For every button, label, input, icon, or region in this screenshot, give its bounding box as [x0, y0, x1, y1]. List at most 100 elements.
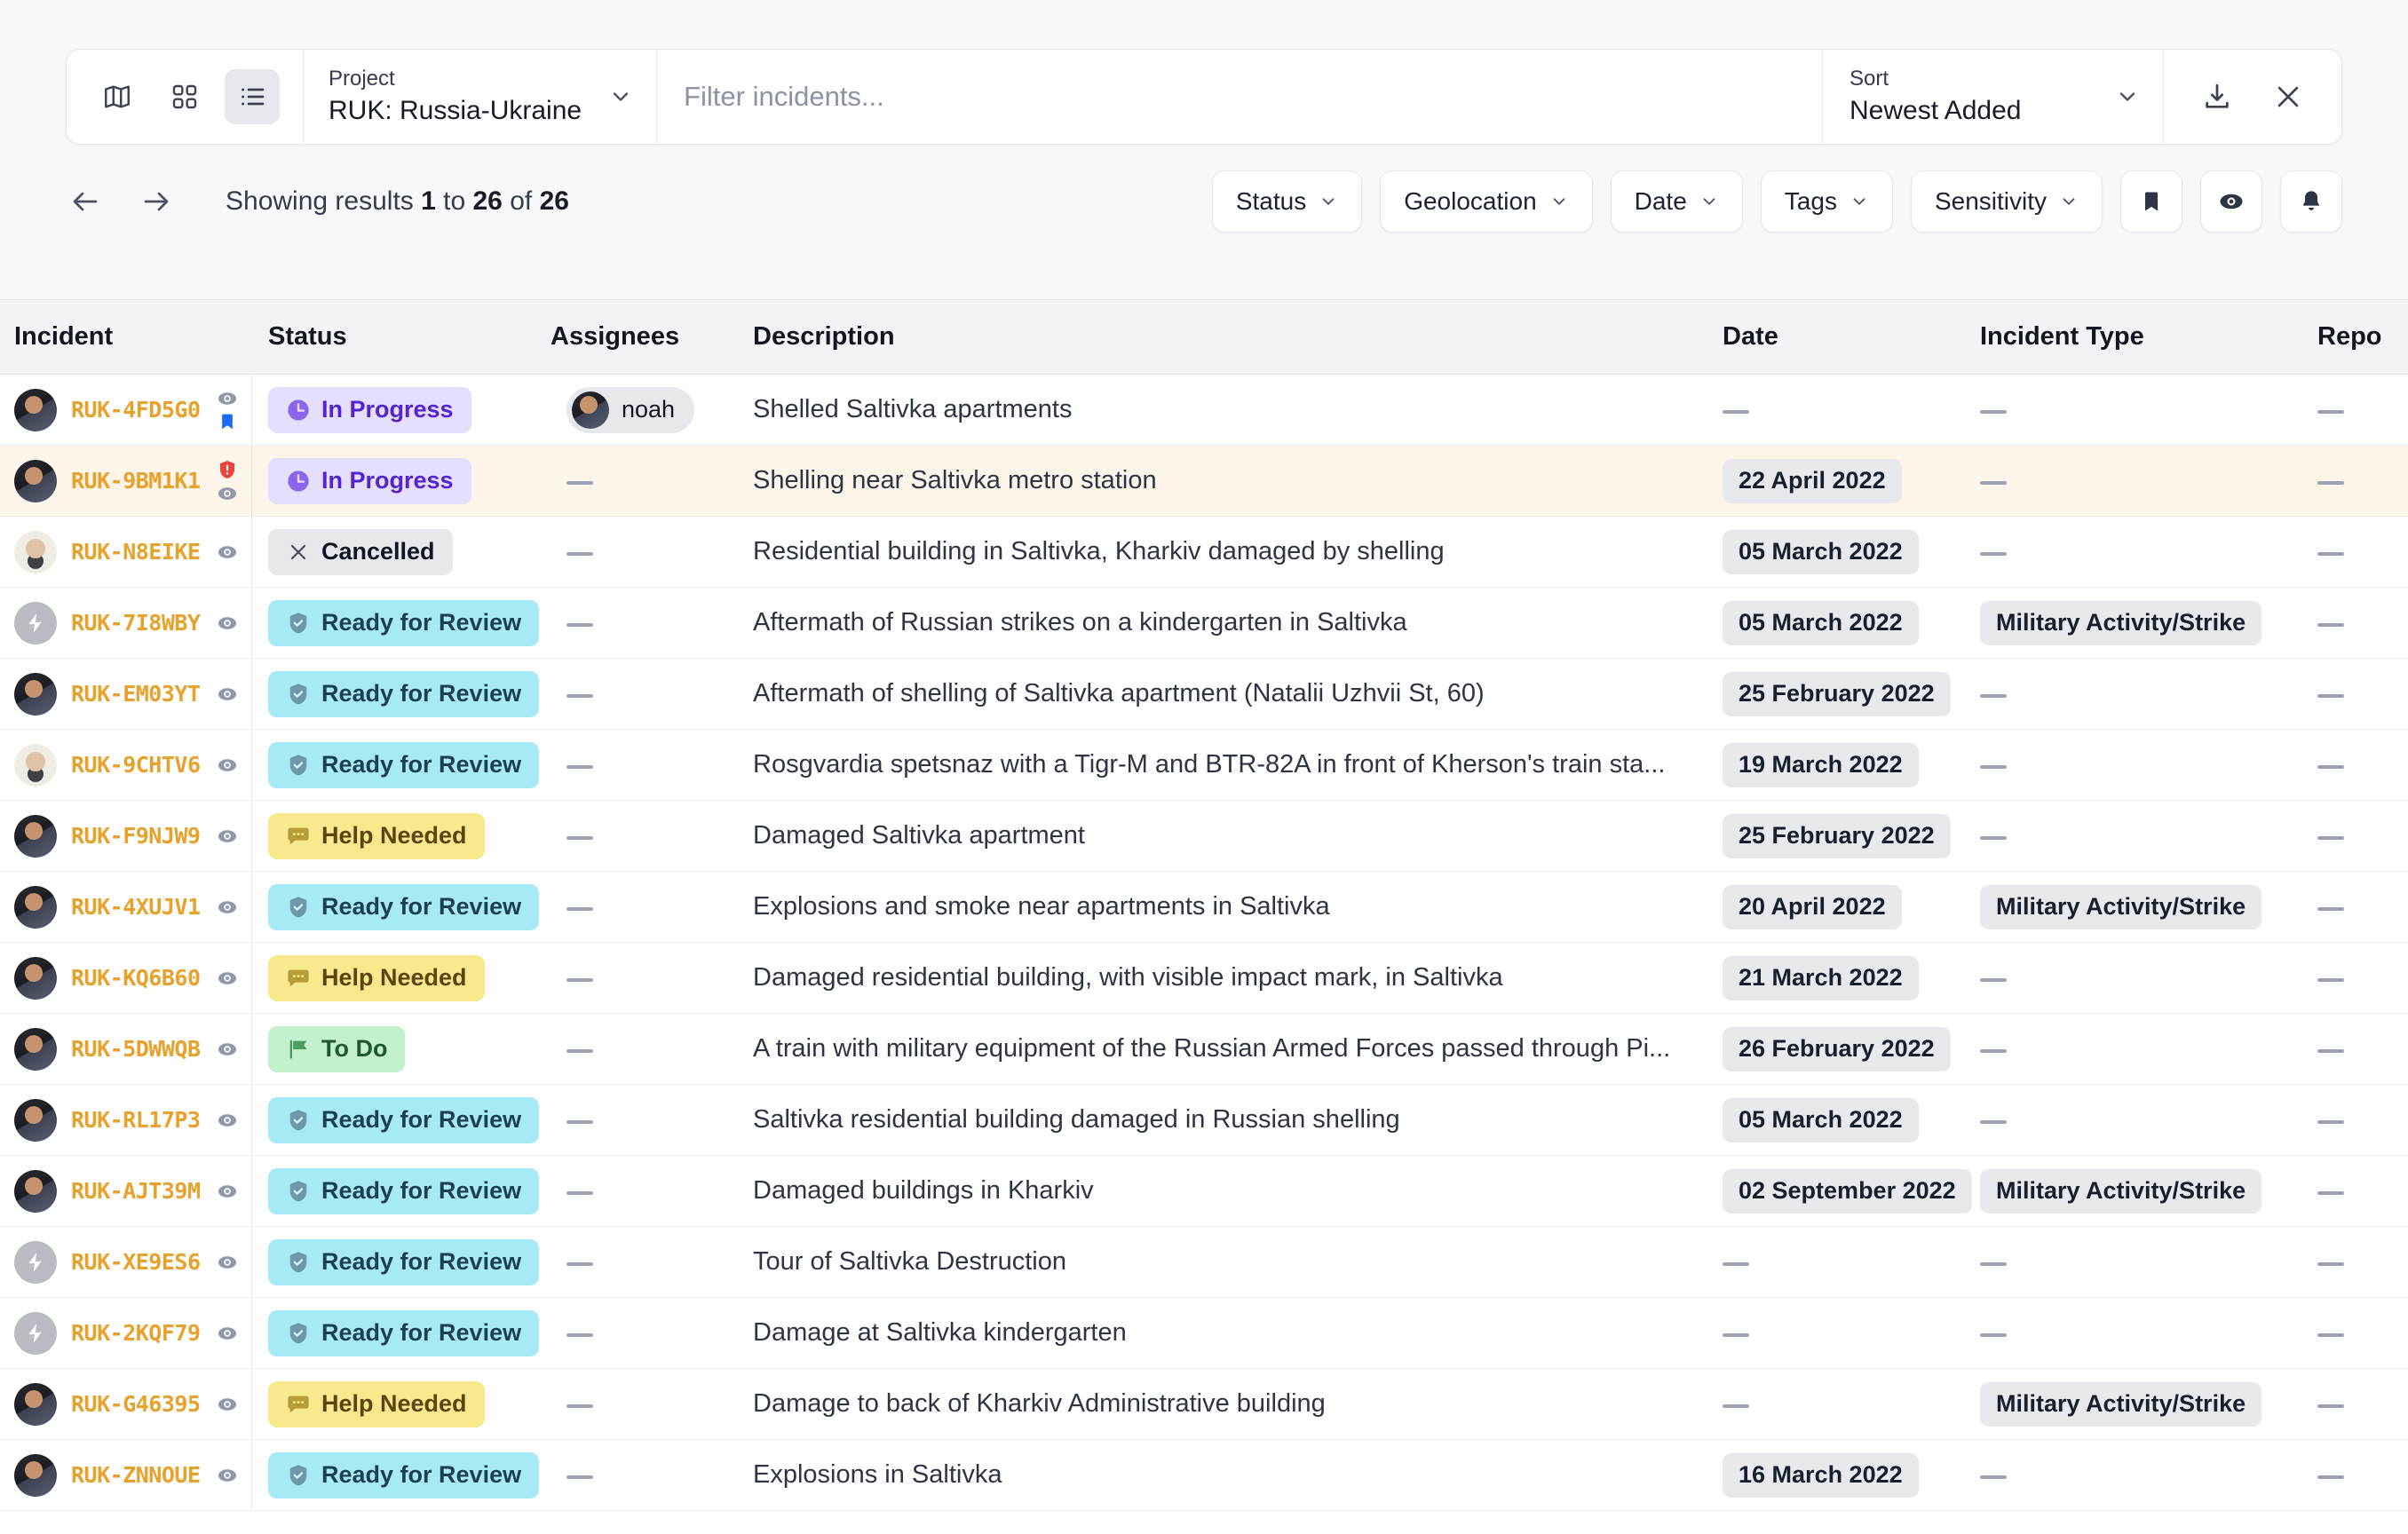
status-badge[interactable]: Ready for Review — [268, 1168, 539, 1214]
status-badge[interactable]: Ready for Review — [268, 1310, 539, 1356]
table-row[interactable]: RUK-RL17P3Ready for ReviewSaltivka resid… — [0, 1085, 2408, 1156]
table-row[interactable]: RUK-4XUJV1Ready for ReviewExplosions and… — [0, 872, 2408, 943]
visibility-filter-button[interactable] — [2200, 170, 2262, 233]
status-badge[interactable]: Help Needed — [268, 1381, 485, 1427]
incident-id-link[interactable]: RUK-2KQF79 — [71, 1320, 201, 1346]
table-row[interactable]: RUK-ZNNOUEReady for ReviewExplosions in … — [0, 1440, 2408, 1511]
incident-id-link[interactable]: RUK-9CHTV6 — [71, 752, 201, 778]
incident-cell[interactable]: RUK-EM03YT — [0, 659, 252, 729]
column-header-incident[interactable]: Incident — [0, 322, 252, 352]
eye-icon[interactable] — [217, 613, 238, 634]
close-button[interactable] — [2263, 72, 2313, 122]
filter-sensitivity[interactable]: Sensitivity — [1911, 170, 2103, 233]
table-row[interactable]: RUK-9BM1K1In ProgressShelling near Salti… — [0, 446, 2408, 517]
incident-cell[interactable]: RUK-ZNNOUE — [0, 1440, 252, 1510]
incident-cell[interactable]: RUK-XE9ES6 — [0, 1227, 252, 1297]
incident-cell[interactable]: RUK-2KQF79 — [0, 1298, 252, 1368]
bookmark-filter-button[interactable] — [2120, 170, 2182, 233]
incident-id-link[interactable]: RUK-KQ6B60 — [71, 965, 201, 991]
incident-id-link[interactable]: RUK-RL17P3 — [71, 1107, 201, 1133]
incident-id-link[interactable]: RUK-EM03YT — [71, 681, 201, 707]
status-badge[interactable]: In Progress — [268, 387, 471, 433]
incident-cell[interactable]: RUK-4FD5G0 — [0, 375, 252, 445]
incident-id-link[interactable]: RUK-N8EIKE — [71, 539, 201, 565]
notifications-filter-button[interactable] — [2280, 170, 2342, 233]
eye-icon[interactable] — [217, 684, 238, 705]
incident-id-link[interactable]: RUK-F9NJW9 — [71, 823, 201, 849]
eye-icon[interactable] — [217, 1181, 238, 1202]
table-row[interactable]: RUK-F9NJW9Help NeededDamaged Saltivka ap… — [0, 801, 2408, 872]
filter-date[interactable]: Date — [1611, 170, 1743, 233]
incident-cell[interactable]: RUK-AJT39M — [0, 1156, 252, 1226]
incident-cell[interactable]: RUK-N8EIKE — [0, 517, 252, 587]
eye-icon[interactable] — [217, 968, 238, 989]
status-badge[interactable]: Ready for Review — [268, 884, 539, 930]
incident-cell[interactable]: RUK-G46395 — [0, 1369, 252, 1439]
incident-cell[interactable]: RUK-RL17P3 — [0, 1085, 252, 1155]
incident-cell[interactable]: RUK-4XUJV1 — [0, 872, 252, 942]
table-row[interactable]: RUK-7I8WBYReady for ReviewAftermath of R… — [0, 588, 2408, 659]
incident-id-link[interactable]: RUK-G46395 — [71, 1391, 201, 1417]
incident-id-link[interactable]: RUK-XE9ES6 — [71, 1249, 201, 1275]
table-row[interactable]: RUK-KQ6B60Help NeededDamaged residential… — [0, 943, 2408, 1014]
table-row[interactable]: RUK-N8EIKECancelledResidential building … — [0, 517, 2408, 588]
incident-cell[interactable]: RUK-7I8WBY — [0, 588, 252, 658]
eye-icon[interactable] — [217, 1323, 238, 1344]
eye-icon[interactable] — [217, 897, 238, 918]
previous-page-button[interactable] — [66, 182, 105, 221]
column-header-assignees[interactable]: Assignees — [551, 322, 733, 352]
table-row[interactable]: RUK-G46395Help NeededDamage to back of K… — [0, 1369, 2408, 1440]
eye-icon[interactable] — [217, 1039, 238, 1060]
incident-id-link[interactable]: RUK-7I8WBY — [71, 610, 201, 636]
table-row[interactable]: RUK-2KQF79Ready for ReviewDamage at Salt… — [0, 1298, 2408, 1369]
map-view-button[interactable] — [90, 69, 145, 124]
table-row[interactable]: RUK-AJT39MReady for ReviewDamaged buildi… — [0, 1156, 2408, 1227]
table-row[interactable]: RUK-4FD5G0In ProgressnoahShelled Saltivk… — [0, 375, 2408, 446]
status-badge[interactable]: Ready for Review — [268, 1239, 539, 1285]
sort-selector[interactable]: Sort Newest Added — [1823, 50, 2164, 144]
status-badge[interactable]: To Do — [268, 1026, 405, 1072]
table-row[interactable]: RUK-EM03YTReady for ReviewAftermath of s… — [0, 659, 2408, 730]
shield-alert-icon[interactable] — [217, 458, 238, 481]
filter-geolocation[interactable]: Geolocation — [1380, 170, 1592, 233]
status-badge[interactable]: Ready for Review — [268, 600, 539, 646]
status-badge[interactable]: In Progress — [268, 458, 471, 504]
eye-icon[interactable] — [217, 1110, 238, 1131]
column-header-status[interactable]: Status — [252, 322, 551, 352]
incident-id-link[interactable]: RUK-9BM1K1 — [71, 468, 201, 494]
filter-tags[interactable]: Tags — [1761, 170, 1893, 233]
incident-cell[interactable]: RUK-9BM1K1 — [0, 446, 252, 516]
eye-icon[interactable] — [217, 826, 238, 847]
incident-cell[interactable]: RUK-F9NJW9 — [0, 801, 252, 871]
incident-id-link[interactable]: RUK-ZNNOUE — [71, 1462, 201, 1488]
incident-id-link[interactable]: RUK-4FD5G0 — [71, 397, 201, 423]
eye-icon[interactable] — [217, 483, 238, 504]
column-header-report[interactable]: Repo — [2301, 322, 2408, 352]
column-header-description[interactable]: Description — [733, 322, 1678, 352]
filter-status[interactable]: Status — [1212, 170, 1362, 233]
incident-id-link[interactable]: RUK-4XUJV1 — [71, 894, 201, 920]
eye-icon[interactable] — [217, 388, 238, 409]
eye-icon[interactable] — [217, 1252, 238, 1273]
incident-id-link[interactable]: RUK-5DWWQB — [71, 1036, 201, 1062]
project-selector[interactable]: Project RUK: Russia-Ukraine — [304, 50, 657, 144]
column-header-date[interactable]: Date — [1678, 322, 1962, 352]
list-view-button[interactable] — [225, 69, 280, 124]
grid-view-button[interactable] — [157, 69, 212, 124]
incident-cell[interactable]: RUK-5DWWQB — [0, 1014, 252, 1084]
table-row[interactable]: RUK-5DWWQBTo DoA train with military equ… — [0, 1014, 2408, 1085]
assignee-chip[interactable]: noah — [566, 387, 694, 433]
status-badge[interactable]: Help Needed — [268, 813, 485, 859]
eye-icon[interactable] — [217, 1394, 238, 1415]
download-button[interactable] — [2192, 72, 2242, 122]
column-header-incident-type[interactable]: Incident Type — [1962, 322, 2301, 352]
incident-cell[interactable]: RUK-KQ6B60 — [0, 943, 252, 1013]
table-row[interactable]: RUK-XE9ES6Ready for ReviewTour of Saltiv… — [0, 1227, 2408, 1298]
status-badge[interactable]: Help Needed — [268, 955, 485, 1001]
next-page-button[interactable] — [137, 182, 176, 221]
eye-icon[interactable] — [217, 1465, 238, 1486]
status-badge[interactable]: Cancelled — [268, 529, 453, 575]
status-badge[interactable]: Ready for Review — [268, 671, 539, 717]
incident-id-link[interactable]: RUK-AJT39M — [71, 1178, 201, 1204]
status-badge[interactable]: Ready for Review — [268, 1452, 539, 1498]
